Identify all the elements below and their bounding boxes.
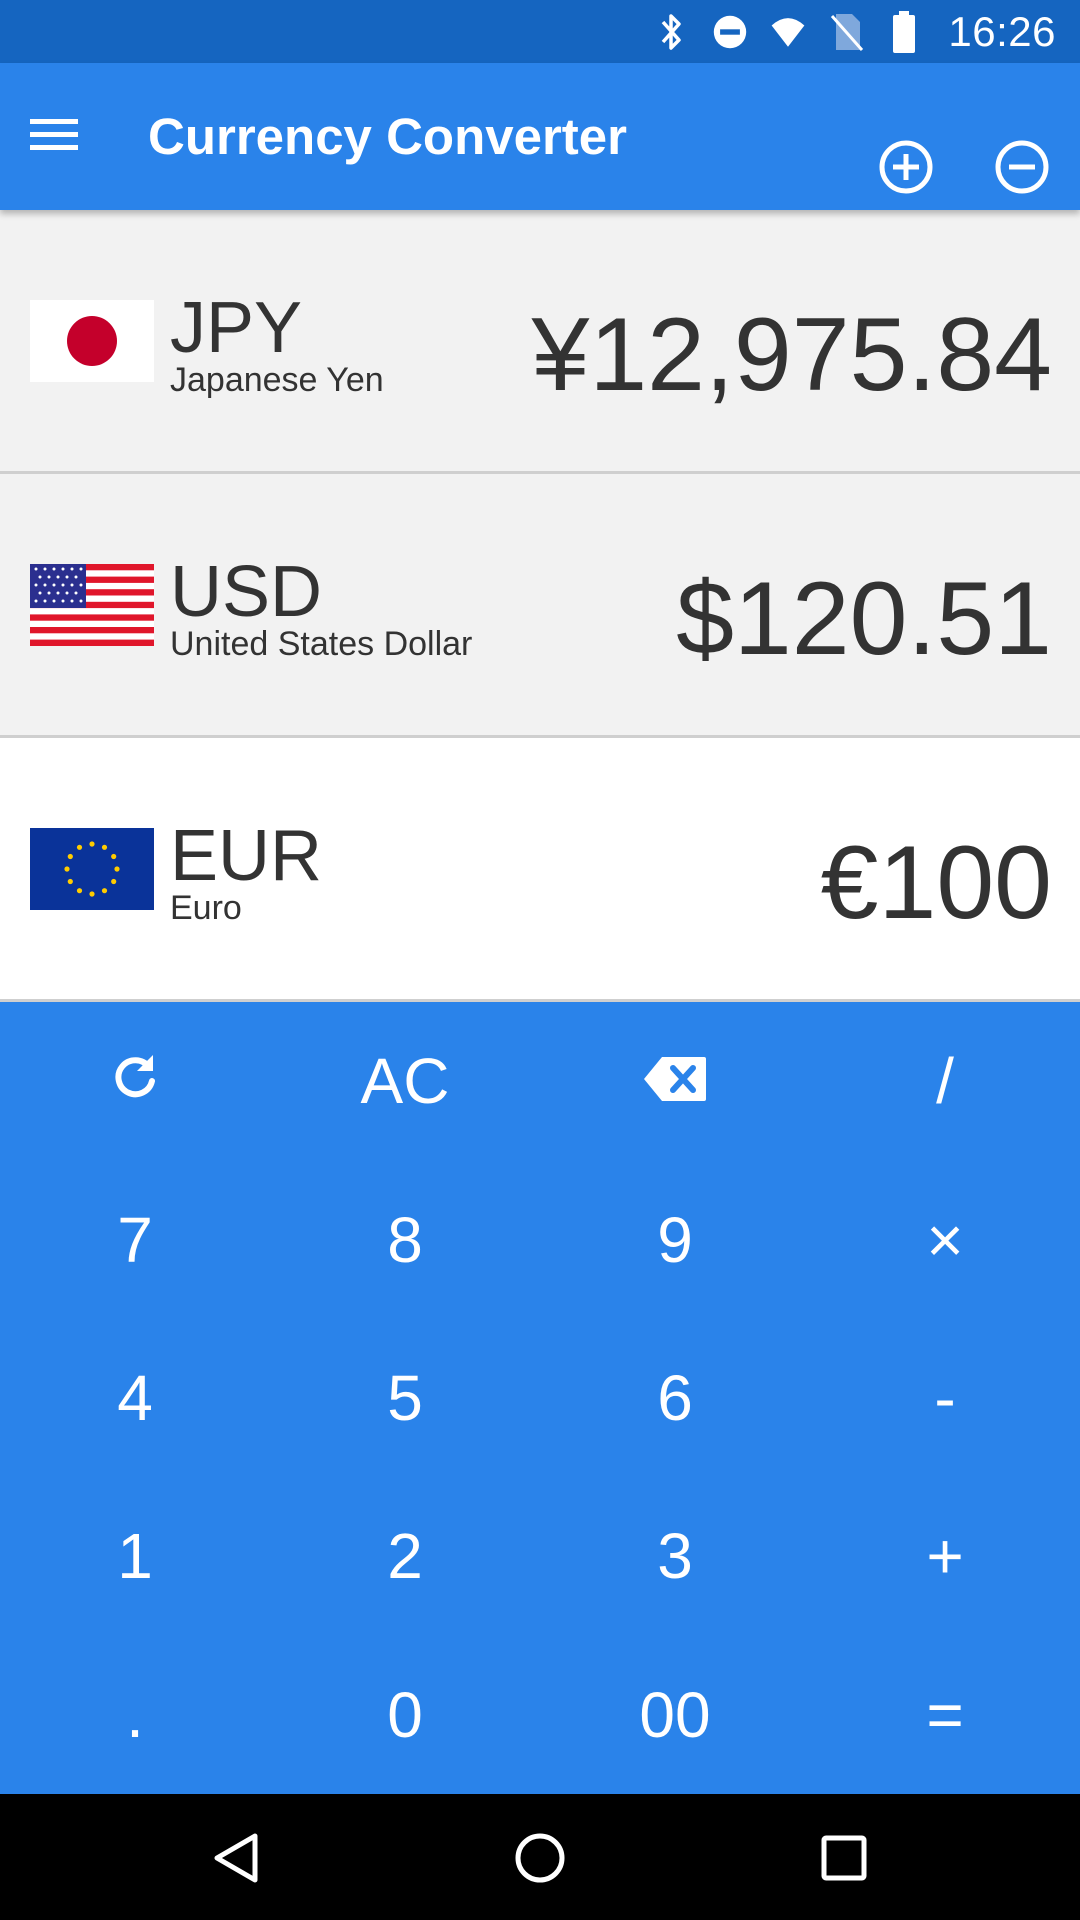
currency-amount: $120.51 bbox=[676, 561, 1052, 677]
remove-circle-icon bbox=[994, 139, 1050, 200]
screen: 16:26 Currency Converter JPY Japanese Ye… bbox=[0, 0, 1080, 1920]
app-bar: Currency Converter bbox=[0, 63, 1080, 210]
backspace-icon bbox=[642, 1049, 708, 1113]
app-title: Currency Converter bbox=[148, 108, 627, 165]
clear-key[interactable]: AC bbox=[270, 1002, 540, 1160]
remove-currency-button[interactable] bbox=[994, 139, 1050, 200]
currency-code: JPY bbox=[170, 288, 303, 368]
back-icon bbox=[211, 1832, 261, 1889]
currency-name: United States Dollar bbox=[170, 625, 473, 663]
usa-flag bbox=[30, 564, 154, 646]
recents-icon bbox=[820, 1834, 868, 1887]
add-currency-button[interactable] bbox=[878, 139, 934, 200]
key-3[interactable]: 3 bbox=[540, 1477, 810, 1635]
equals-key[interactable]: = bbox=[810, 1636, 1080, 1794]
bluetooth-icon bbox=[654, 12, 690, 52]
currency-row-eur[interactable]: EUR Euro €100 bbox=[0, 738, 1080, 1002]
key-1[interactable]: 1 bbox=[0, 1477, 270, 1635]
menu-icon bbox=[28, 115, 80, 160]
refresh-key[interactable] bbox=[0, 1002, 270, 1160]
recents-button[interactable] bbox=[816, 1832, 872, 1888]
wifi-icon bbox=[770, 12, 806, 52]
decimal-key[interactable]: . bbox=[0, 1636, 270, 1794]
currency-name: Euro bbox=[170, 889, 242, 927]
home-icon bbox=[513, 1831, 567, 1890]
currency-code: EUR bbox=[170, 816, 323, 896]
currency-row-jpy[interactable]: JPY Japanese Yen ¥12,975.84 bbox=[0, 210, 1080, 474]
status-bar: 16:26 bbox=[0, 0, 1080, 63]
currency-list: JPY Japanese Yen ¥12,975.84 USD United S… bbox=[0, 210, 1080, 1002]
backspace-key[interactable] bbox=[540, 1002, 810, 1160]
currency-code: USD bbox=[170, 552, 323, 632]
do-not-disturb-icon bbox=[712, 12, 748, 52]
key-00[interactable]: 00 bbox=[540, 1636, 810, 1794]
back-button[interactable] bbox=[208, 1832, 264, 1888]
keypad: AC / 7 8 9 × 4 5 6 - 1 2 3 + . 0 00 = bbox=[0, 1002, 1080, 1794]
no-sim-icon bbox=[828, 12, 864, 52]
currency-amount: ¥12,975.84 bbox=[531, 297, 1052, 413]
refresh-icon bbox=[109, 1049, 161, 1113]
currency-row-usd[interactable]: USD United States Dollar $120.51 bbox=[0, 474, 1080, 738]
home-button[interactable] bbox=[512, 1832, 568, 1888]
menu-button[interactable] bbox=[26, 109, 82, 165]
multiply-key[interactable]: × bbox=[810, 1160, 1080, 1318]
navigation-bar bbox=[0, 1794, 1080, 1920]
japan-flag bbox=[30, 300, 154, 382]
key-0[interactable]: 0 bbox=[270, 1636, 540, 1794]
key-9[interactable]: 9 bbox=[540, 1160, 810, 1318]
key-6[interactable]: 6 bbox=[540, 1319, 810, 1477]
key-7[interactable]: 7 bbox=[0, 1160, 270, 1318]
divide-key[interactable]: / bbox=[810, 1002, 1080, 1160]
key-2[interactable]: 2 bbox=[270, 1477, 540, 1635]
key-5[interactable]: 5 bbox=[270, 1319, 540, 1477]
key-8[interactable]: 8 bbox=[270, 1160, 540, 1318]
key-4[interactable]: 4 bbox=[0, 1319, 270, 1477]
add-circle-icon bbox=[878, 139, 934, 200]
currency-name: Japanese Yen bbox=[170, 361, 384, 399]
add-key[interactable]: + bbox=[810, 1477, 1080, 1635]
status-time: 16:26 bbox=[948, 7, 1056, 55]
battery-icon bbox=[886, 10, 922, 53]
subtract-key[interactable]: - bbox=[810, 1319, 1080, 1477]
currency-amount: €100 bbox=[820, 825, 1052, 941]
eu-flag bbox=[30, 828, 154, 910]
